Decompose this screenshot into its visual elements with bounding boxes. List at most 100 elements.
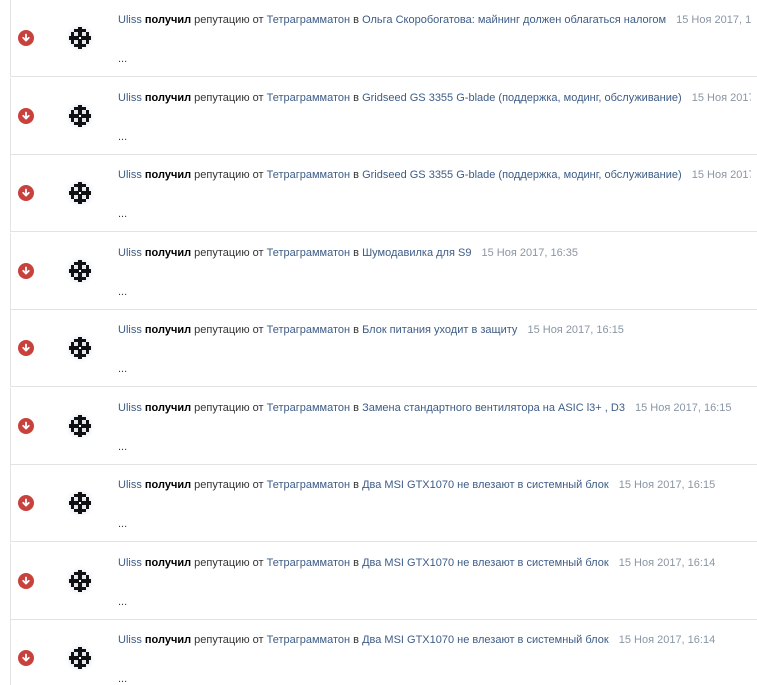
reputation-description: Uliss получил репутацию от Тетраграммато… — [118, 556, 751, 570]
post-excerpt: ... — [118, 285, 128, 298]
timestamp: 15 Ноя 2017, 16:36 — [691, 91, 751, 104]
user-avatar[interactable] — [65, 488, 95, 518]
negative-reputation-icon — [18, 340, 34, 356]
post-excerpt: ... — [118, 595, 128, 608]
in-text: в — [353, 324, 359, 336]
action-verb: получил — [144, 401, 192, 414]
reputation-item: Uliss получил репутацию от Тетраграммато… — [10, 232, 757, 310]
post-excerpt: ... — [118, 130, 128, 143]
topic-link[interactable]: Gridseed GS 3355 G-blade (поддержка, мод… — [362, 169, 682, 181]
post-excerpt: ... — [118, 208, 128, 220]
action-verb: получил — [144, 246, 192, 259]
action-verb: получил — [144, 169, 192, 181]
reputation-item: Uliss получил репутацию от Тетраграммато… — [10, 387, 757, 465]
negative-reputation-icon — [18, 262, 34, 279]
user-avatar[interactable] — [65, 643, 95, 673]
from-text: репутацию от — [194, 634, 264, 646]
topic-link[interactable]: Gridseed GS 3355 G-blade (поддержка, мод… — [362, 92, 682, 104]
from-text: репутацию от — [194, 556, 264, 569]
topic-link[interactable]: Два MSI GTX1070 не влезают в системный б… — [362, 479, 609, 491]
reputation-item: Uliss получил репутацию от Тетраграммато… — [10, 542, 757, 620]
timestamp: 15 Ноя 2017, 16:14 — [618, 556, 716, 569]
reputation-item: Uliss получил репутацию от Тетраграммато… — [10, 77, 757, 155]
timestamp: 15 Ноя 2017, 16:15 — [618, 479, 716, 491]
negative-reputation-icon — [18, 495, 34, 511]
recipient-user-link[interactable]: Uliss — [118, 324, 142, 336]
negative-reputation-icon — [18, 417, 34, 434]
recipient-user-link[interactable]: Uliss — [118, 479, 142, 491]
reputation-item: Uliss получил репутацию от Тетраграммато… — [10, 310, 757, 387]
in-text: в — [353, 634, 359, 646]
reputation-description: Uliss получил репутацию от Тетраграммато… — [118, 13, 751, 27]
post-excerpt: ... — [118, 53, 128, 65]
user-avatar[interactable] — [65, 255, 95, 286]
recipient-user-link[interactable]: Uliss — [118, 92, 142, 104]
post-excerpt: ... — [118, 440, 128, 453]
action-verb: получил — [144, 14, 192, 26]
reputation-description: Uliss получил репутацию от Тетраграммато… — [118, 91, 751, 105]
giver-user-link[interactable]: Тетраграмматон — [267, 479, 350, 491]
action-verb: получил — [144, 479, 192, 491]
action-verb: получил — [144, 91, 192, 104]
from-text: репутацию от — [194, 401, 264, 414]
topic-link[interactable]: Два MSI GTX1070 не влезают в системный б… — [362, 557, 609, 569]
timestamp: 15 Ноя 2017, 16:36 — [676, 14, 751, 26]
recipient-user-link[interactable]: Uliss — [118, 557, 142, 569]
recipient-user-link[interactable]: Uliss — [118, 634, 142, 646]
giver-user-link[interactable]: Тетраграмматон — [267, 634, 350, 646]
recipient-user-link[interactable]: Uliss — [118, 402, 142, 414]
reputation-item: Uliss получил репутацию от Тетраграммато… — [10, 0, 757, 77]
giver-user-link[interactable]: Тетраграмматон — [267, 402, 350, 414]
giver-user-link[interactable]: Тетраграмматон — [267, 557, 350, 569]
negative-reputation-icon — [18, 107, 34, 124]
action-verb: получил — [144, 324, 192, 336]
reputation-item: Uliss получил репутацию от Тетраграммато… — [10, 155, 757, 232]
reputation-feed: Uliss получил репутацию от Тетраграммато… — [0, 0, 757, 685]
reputation-description: Uliss получил репутацию от Тетраграммато… — [118, 633, 751, 647]
user-avatar[interactable] — [65, 178, 95, 208]
timestamp: 15 Ноя 2017, 16:35 — [691, 169, 751, 181]
post-excerpt: ... — [118, 363, 128, 375]
from-text: репутацию от — [194, 169, 264, 181]
from-text: репутацию от — [194, 14, 264, 26]
topic-link[interactable]: Замена стандартного вентилятора на ASIC … — [362, 402, 625, 414]
timestamp: 15 Ноя 2017, 16:15 — [635, 401, 732, 414]
post-excerpt: ... — [118, 673, 128, 685]
reputation-description: Uliss получил репутацию от Тетраграммато… — [118, 401, 751, 415]
topic-link[interactable]: Ольга Скоробогатова: майнинг должен обла… — [362, 14, 666, 26]
in-text: в — [353, 169, 359, 181]
from-text: репутацию от — [194, 91, 264, 104]
timestamp: 15 Ноя 2017, 16:35 — [481, 246, 578, 259]
reputation-description: Uliss получил репутацию от Тетраграммато… — [118, 246, 751, 260]
action-verb: получил — [144, 634, 192, 646]
user-avatar[interactable] — [65, 23, 95, 53]
topic-link[interactable]: Два MSI GTX1070 не влезают в системный б… — [362, 634, 609, 646]
giver-user-link[interactable]: Тетраграмматон — [267, 324, 350, 336]
post-excerpt: ... — [118, 518, 128, 530]
action-verb: получил — [144, 556, 192, 569]
from-text: репутацию от — [194, 479, 264, 491]
topic-link[interactable]: Шумодавилка для S9 — [362, 247, 471, 259]
reputation-item: Uliss получил репутацию от Тетраграммато… — [10, 620, 757, 685]
in-text: в — [353, 479, 359, 491]
reputation-description: Uliss получил репутацию от Тетраграммато… — [118, 478, 751, 492]
giver-user-link[interactable]: Тетраграмматон — [267, 169, 350, 181]
negative-reputation-icon — [18, 650, 34, 666]
topic-link[interactable]: Блок питания уходит в защиту — [362, 324, 517, 336]
giver-user-link[interactable]: Тетраграмматон — [267, 14, 350, 26]
from-text: репутацию от — [194, 324, 264, 336]
user-avatar[interactable] — [65, 410, 95, 441]
recipient-user-link[interactable]: Uliss — [118, 14, 142, 26]
timestamp: 15 Ноя 2017, 16:14 — [618, 634, 716, 646]
user-avatar[interactable] — [65, 565, 95, 596]
in-text: в — [353, 246, 359, 259]
reputation-description: Uliss получил репутацию от Тетраграммато… — [118, 323, 751, 337]
recipient-user-link[interactable]: Uliss — [118, 169, 142, 181]
giver-user-link[interactable]: Тетраграмматон — [267, 92, 350, 104]
in-text: в — [353, 401, 359, 414]
user-avatar[interactable] — [65, 100, 95, 131]
giver-user-link[interactable]: Тетраграмматон — [267, 247, 350, 259]
user-avatar[interactable] — [65, 333, 95, 363]
reputation-item: Uliss получил репутацию от Тетраграммато… — [10, 465, 757, 542]
recipient-user-link[interactable]: Uliss — [118, 247, 142, 259]
